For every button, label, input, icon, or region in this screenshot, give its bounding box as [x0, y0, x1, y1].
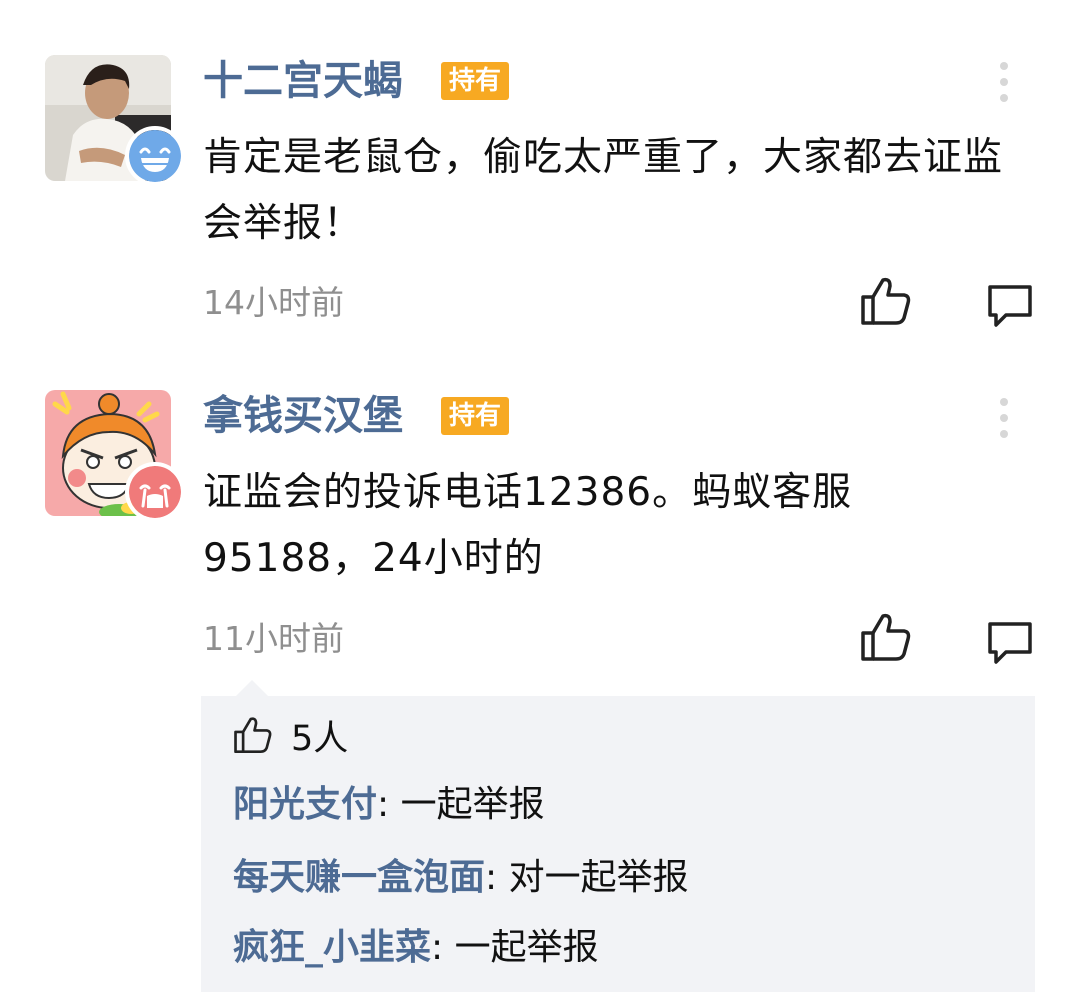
reply-separator: :: [431, 927, 444, 968]
reply-panel: 5人 阳光支付: 一起举报 每天赚一盒泡面: 对一起举报 疯狂_小韭菜: 一起举…: [201, 696, 1035, 992]
thumbs-up-icon: [234, 717, 272, 754]
crying-emoji-icon: [125, 462, 185, 522]
holding-badge: 持有: [441, 397, 510, 435]
more-options-icon[interactable]: [993, 398, 1015, 438]
comment-time: 11小时前: [203, 619, 344, 658]
comment-username[interactable]: 拿钱买汉堡: [203, 391, 403, 441]
comment-content: 证监会的投诉电话12386。蚂蚁客服95188，24小时的: [203, 470, 853, 581]
comment-item: 拿钱买汉堡 持有 证监会的投诉电话12386。蚂蚁客服95188，24小时的 1…: [0, 0, 1072, 700]
comment-bubble-icon: [988, 622, 1032, 664]
thumbs-up-icon: [861, 613, 911, 661]
reply-button[interactable]: [986, 620, 1034, 666]
reply-separator: :: [485, 857, 498, 898]
reply-username[interactable]: 阳光支付: [233, 784, 377, 825]
likes-summary[interactable]: 5人: [233, 714, 348, 759]
reply-separator: :: [377, 784, 390, 825]
reply-item[interactable]: 每天赚一盒泡面: 对一起举报: [233, 855, 689, 901]
reply-username[interactable]: 每天赚一盒泡面: [233, 857, 485, 898]
like-button[interactable]: [860, 612, 912, 662]
reply-item[interactable]: 阳光支付: 一起举报: [233, 782, 545, 828]
reply-text: 一起举报: [400, 784, 545, 825]
likes-count: 5人: [291, 718, 349, 759]
reply-panel-pointer: [236, 680, 268, 696]
reply-item[interactable]: 疯狂_小韭菜: 一起举报: [233, 925, 599, 971]
reply-text: 对一起举报: [508, 857, 689, 898]
reply-username[interactable]: 疯狂_小韭菜: [233, 927, 431, 968]
reply-text: 一起举报: [454, 927, 599, 968]
